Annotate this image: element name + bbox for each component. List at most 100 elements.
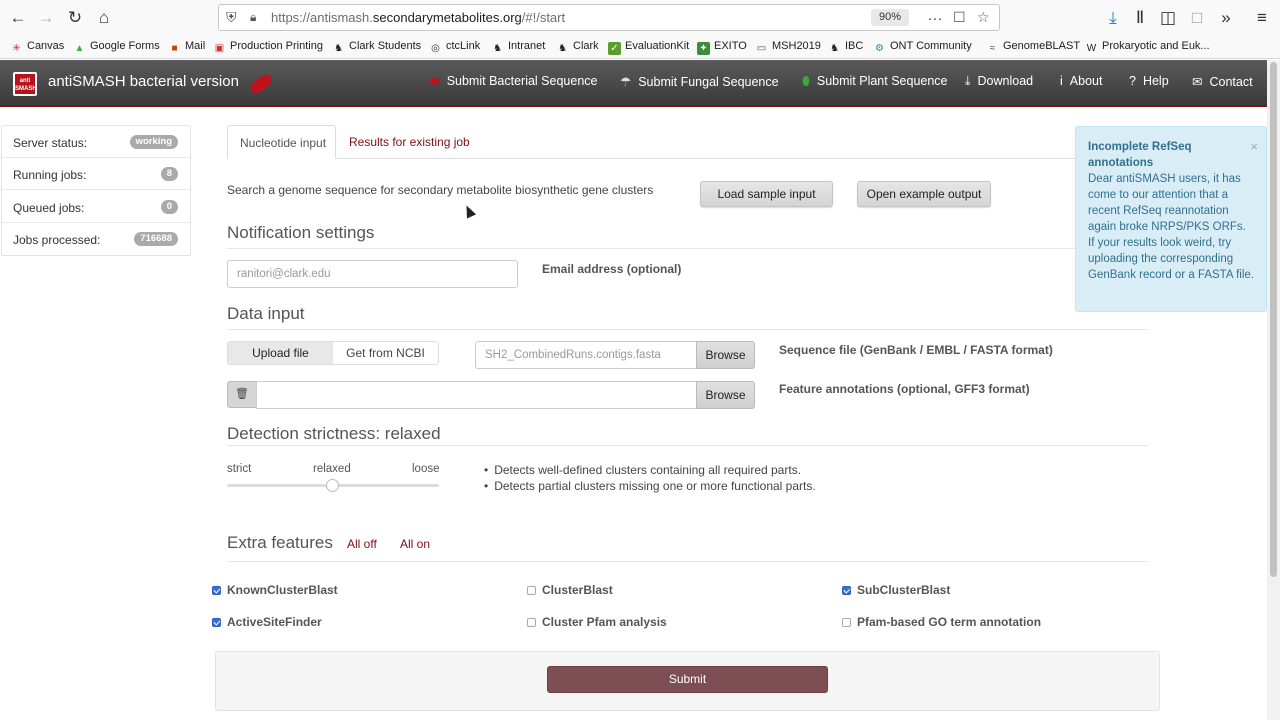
bookmark-prokaryotic[interactable]: W Prokaryotic and Euk... [1085,40,1210,55]
submit-button[interactable]: Submit [547,666,828,693]
ont-icon: ⚙ [875,43,884,54]
list-item: Detects well-defined clusters containing… [484,462,816,478]
sequence-file-field[interactable]: SH2_CombinedRuns.contigs.fasta [475,341,697,369]
lock-icon[interactable]: 🔒︎ [250,10,256,25]
bookmark-intranet[interactable]: ♞ Intranet [491,40,545,55]
feature-activesitefinder[interactable]: ActiveSiteFinder [212,615,322,629]
clark-icon: ♞ [334,43,343,54]
bookmark-star-icon[interactable]: ☆ [977,9,990,26]
sequence-file-label: Sequence file (GenBank / EMBL / FASTA fo… [779,343,1053,357]
bookmark-mail[interactable]: ■ Mail [168,40,205,55]
checkbox-checked[interactable] [212,586,221,595]
all-on-link[interactable]: All on [400,537,430,551]
home-icon[interactable]: ⌂ [92,6,116,30]
all-off-link[interactable]: All off [347,537,377,551]
nav-submit-bacterial[interactable]: ⬬ Submit Bacterial Sequence [429,74,597,89]
shield-icon[interactable]: ⛨ [226,9,237,26]
browser-toolbar: ← → ↻ ⌂ ⛨ 🔒︎ https://antismash.secondary… [0,0,1280,36]
nav-download[interactable]: ⤓ Download [965,74,1033,89]
upload-file-toggle[interactable]: Upload file [228,342,333,364]
status-row: Jobs processed: 716688 [2,223,190,255]
queued-jobs-badge: 0 [160,200,178,214]
open-example-button[interactable]: Open example output [857,181,991,207]
checkbox-unchecked[interactable] [527,586,536,595]
status-row: Server status: working [2,126,190,158]
feature-knownclusterblast[interactable]: KnownClusterBlast [212,583,338,597]
forward-arrow-icon[interactable]: → [34,6,58,30]
trash-icon[interactable]: 🗑︎ [227,381,257,408]
tab-nucleotide-input[interactable]: Nucleotide input [227,125,336,159]
section-divider [227,445,1148,446]
back-arrow-icon[interactable]: ← [6,6,30,30]
reader-icon[interactable]: □ [1185,6,1209,30]
overflow-chevron-icon[interactable]: » [1214,6,1238,30]
nav-help[interactable]: ? Help [1129,74,1169,88]
leaf-icon: ⬮ [802,74,810,88]
nav-submit-plant[interactable]: ⬮ Submit Plant Sequence [802,74,948,89]
strictness-label-loose: loose [412,463,440,475]
bookmark-canvas[interactable]: ✳ Canvas [10,40,64,55]
clark-icon: ♞ [830,43,839,54]
feature-annotations-label: Feature annotations (optional, GFF3 form… [779,382,1030,396]
sidebar-icon[interactable]: ◫ [1156,6,1180,30]
url-text[interactable]: https://antismash.secondarymetabolites.o… [271,10,565,25]
checkbox-checked[interactable] [212,618,221,627]
menu-icon[interactable]: ≡ [1250,6,1274,30]
nav-about[interactable]: i About [1060,74,1102,88]
printer-icon: ▣ [214,43,225,54]
strictness-description: Detects well-defined clusters containing… [484,462,816,494]
nav-contact[interactable]: ✉ Contact [1192,74,1253,89]
bookmark-clark[interactable]: ♞ Clark [556,40,599,55]
server-status-panel: Server status: working Running jobs: 8 Q… [1,125,191,256]
get-from-ncbi-toggle[interactable]: Get from NCBI [333,342,438,364]
refseq-notice: × Incomplete RefSeq annotations Dear ant… [1075,126,1267,312]
nav-submit-fungal[interactable]: ☂ Submit Fungal Sequence [620,74,779,89]
feature-cluster-pfam[interactable]: Cluster Pfam analysis [527,615,667,629]
reload-icon[interactable]: ↻ [63,6,87,30]
sequence-browse-button[interactable]: Browse [696,341,755,369]
checkbox-unchecked[interactable] [527,618,536,627]
checkbox-checked[interactable] [842,586,851,595]
canvas-icon: ✳ [12,43,21,54]
feature-clusterblast[interactable]: ClusterBlast [527,583,613,597]
bookmark-evaluationkit[interactable]: ✓ EvaluationKit [608,40,689,55]
bookmark-genomeblast[interactable]: ≈ GenomeBLAST [986,40,1080,55]
scrollbar-thumb[interactable] [1270,62,1277,577]
page-scrollbar[interactable] [1267,60,1280,720]
feature-subclusterblast[interactable]: SubClusterBlast [842,583,950,597]
bookmark-google-forms[interactable]: ▲ Google Forms [73,40,160,55]
bookmark-msh2019[interactable]: ▭ MSH2019 [755,40,821,55]
info-icon: i [1060,74,1063,88]
email-field[interactable]: ranitori@clark.edu [227,260,518,288]
bookmark-ctclink[interactable]: ◎ ctcLink [429,40,480,55]
page-actions-icon[interactable]: … [927,7,943,25]
status-row: Running jobs: 8 [2,158,190,190]
feature-annotations-field[interactable] [256,381,697,409]
download-icon[interactable]: ⤓ [1101,6,1125,30]
antismash-logo[interactable]: anti SMASH [13,72,37,96]
bookmark-production-printing[interactable]: ▣ Production Printing [213,40,323,55]
dna-icon: ≈ [989,43,996,54]
feature-pfam-go[interactable]: Pfam-based GO term annotation [842,615,1041,629]
bookmarks-bar: ✳ Canvas ▲ Google Forms ■ Mail ▣ Production … [0,36,1280,59]
bookmark-ont-community[interactable]: ⚙ ONT Community [873,40,972,55]
bacteria-icon: ⬬ [429,74,440,88]
zoom-level[interactable]: 90% [871,9,909,26]
bookmark-exito[interactable]: ✦ EXITO [697,40,747,55]
bookmark-clark-students[interactable]: ♞ Clark Students [332,40,421,55]
checkbox-unchecked[interactable] [842,618,851,627]
list-item: Detects partial clusters missing one or … [484,478,815,494]
strictness-slider-handle[interactable] [326,479,339,492]
library-icon[interactable]: Ⅱ [1128,6,1152,30]
brand-title[interactable]: antiSMASH bacterial version [48,73,239,90]
load-sample-button[interactable]: Load sample input [700,181,833,207]
notification-settings-title: Notification settings [227,223,375,242]
help-icon: ? [1129,74,1136,88]
pocket-icon[interactable]: ☐ [953,9,966,26]
tab-results-existing-job[interactable]: Results for existing job [349,135,470,149]
address-bar[interactable]: ⛨ 🔒︎ https://antismash.secondarymetaboli… [218,4,1000,31]
globe-icon: ◎ [431,43,440,54]
bookmark-ibc[interactable]: ♞ IBC [828,40,863,55]
close-icon[interactable]: × [1250,139,1258,155]
features-browse-button[interactable]: Browse [696,381,755,409]
